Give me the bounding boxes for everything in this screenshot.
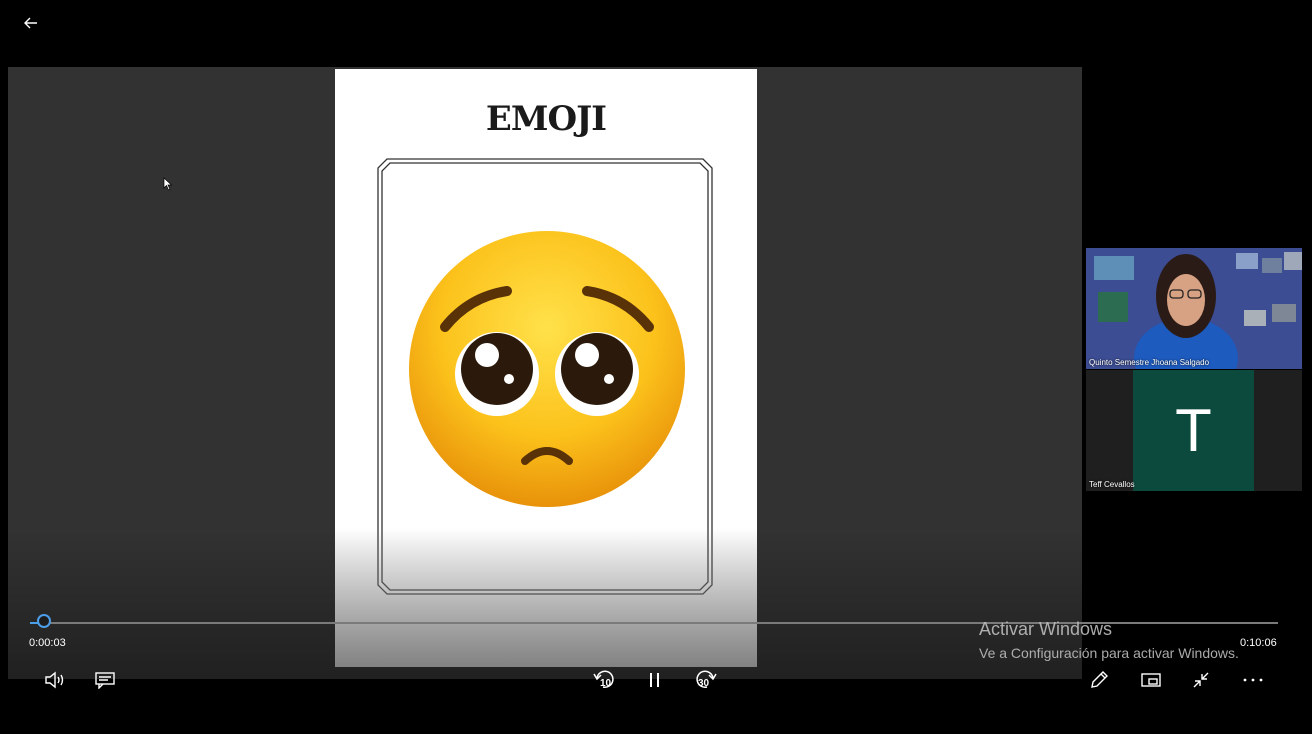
- exit-fullscreen-icon[interactable]: [1188, 667, 1214, 693]
- participant-video-feed: [1086, 248, 1302, 369]
- windows-activation-title: Activar Windows: [979, 619, 1113, 639]
- mouse-pointer-icon: [163, 177, 173, 196]
- volume-icon[interactable]: [42, 667, 68, 693]
- captions-icon[interactable]: [92, 667, 118, 693]
- pen-icon[interactable]: [1086, 667, 1112, 693]
- more-options-icon[interactable]: [1240, 667, 1266, 693]
- windows-activation-subtitle: Ve a Configuración para activar Windows.: [979, 645, 1239, 661]
- controls-shade: [8, 529, 1082, 679]
- participant-tile-jhoana[interactable]: Quinto Semestre Jhoana Salgado: [1086, 248, 1302, 369]
- total-time: 0:10:06: [1240, 637, 1277, 649]
- skip-back-icon[interactable]: 10: [590, 667, 618, 693]
- slide-title: EMOJI: [485, 99, 607, 139]
- seek-bar-thumb[interactable]: [37, 614, 51, 628]
- back-arrow-icon[interactable]: [20, 12, 42, 34]
- participant-name: Teff Cevallos: [1089, 480, 1135, 489]
- current-time: 0:00:03: [29, 637, 66, 649]
- pause-icon[interactable]: [644, 667, 666, 693]
- skip-forward-seconds: 30: [698, 678, 710, 689]
- participant-name: Quinto Semestre Jhoana Salgado: [1089, 358, 1210, 367]
- video-area[interactable]: EMOJI: [8, 67, 1082, 679]
- participant-tile-teff[interactable]: T Teff Cevallos: [1086, 370, 1302, 491]
- mini-view-icon[interactable]: [1138, 667, 1164, 693]
- video-player-window: EMOJI Quinto Semestre Jhoana Salgado T T…: [6, 6, 1302, 728]
- skip-back-seconds: 10: [600, 678, 612, 689]
- skip-forward-icon[interactable]: 30: [692, 667, 720, 693]
- pleading-face-emoji: [409, 231, 685, 507]
- avatar: T: [1133, 370, 1254, 491]
